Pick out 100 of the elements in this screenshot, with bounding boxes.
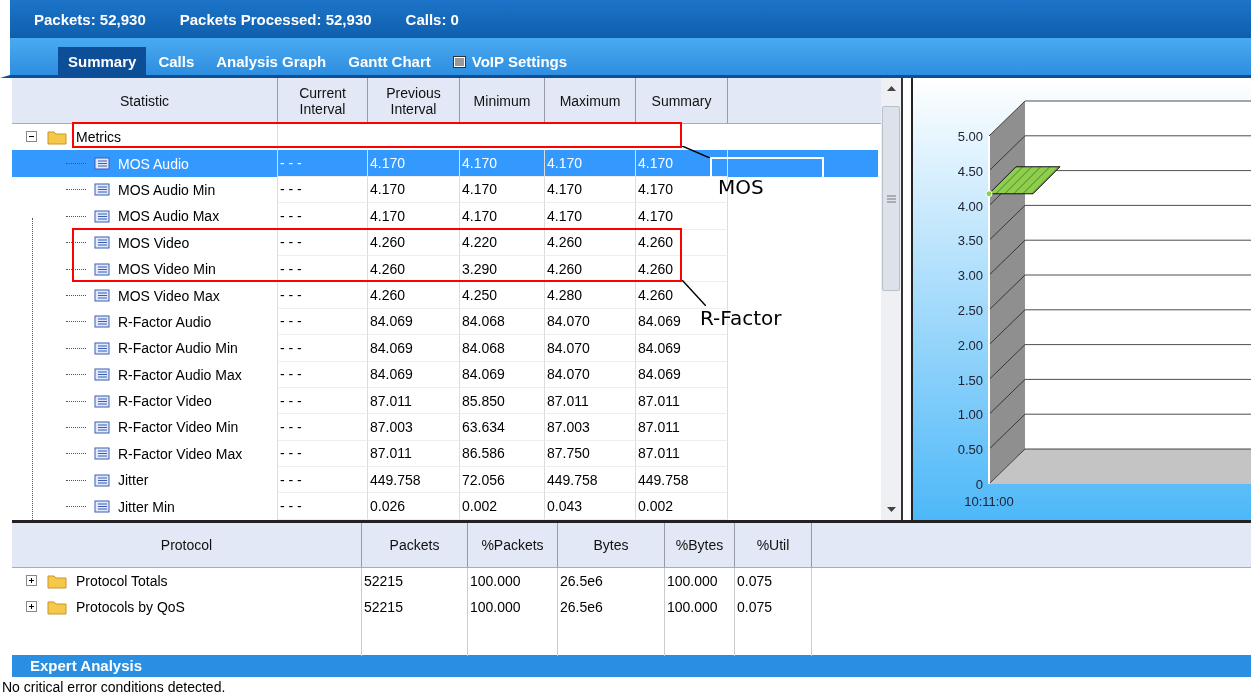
table-cell: 87.003 bbox=[547, 419, 590, 435]
table-cell: - - - bbox=[280, 234, 302, 251]
table-cell: 87.003 bbox=[370, 419, 413, 435]
table-cell: 449.758 bbox=[638, 471, 689, 488]
table-cell: - - - bbox=[280, 471, 302, 488]
table-cell: 87.011 bbox=[638, 419, 680, 435]
tab[interactable]: Summary bbox=[58, 47, 147, 75]
table-cell: 4.170 bbox=[638, 155, 674, 172]
vertical-scrollbar[interactable] bbox=[881, 78, 902, 520]
y-tick-label: 2.50 bbox=[958, 303, 984, 318]
table-cell: 449.758 bbox=[370, 471, 421, 488]
document-icon bbox=[94, 341, 110, 355]
down-arrow-icon[interactable] bbox=[886, 506, 896, 512]
table-cell: 100.000 bbox=[667, 573, 718, 589]
table-cell: 0.002 bbox=[638, 498, 674, 515]
table-cell: 84.070 bbox=[547, 366, 590, 383]
folder-label[interactable]: Protocol Totals bbox=[76, 573, 168, 589]
table-cell: 4.170 bbox=[547, 207, 583, 224]
table-cell: - - - bbox=[280, 313, 302, 330]
statistic-name: R-Factor Video bbox=[118, 393, 212, 410]
table-cell: 4.170 bbox=[638, 207, 674, 224]
column-header[interactable]: Minimum bbox=[460, 78, 545, 123]
statistic-name: R-Factor Audio bbox=[118, 313, 212, 330]
table-cell: 87.011 bbox=[547, 392, 589, 409]
column-header[interactable]: Statistic bbox=[12, 78, 278, 123]
table-cell: 84.069 bbox=[638, 339, 681, 356]
table-cell: 84.069 bbox=[370, 339, 413, 356]
table-cell: 0.026 bbox=[370, 498, 406, 515]
column-header[interactable]: %Bytes bbox=[665, 523, 735, 567]
table-cell: 84.069 bbox=[370, 313, 413, 330]
column-header[interactable]: Bytes bbox=[558, 523, 665, 567]
table-cell: 52215 bbox=[364, 599, 403, 615]
table-cell: 4.260 bbox=[370, 234, 406, 251]
folder-label[interactable]: Metrics bbox=[76, 129, 122, 146]
document-icon bbox=[94, 394, 110, 408]
table-cell: 4.170 bbox=[462, 155, 498, 172]
y-tick-label: 0.50 bbox=[958, 442, 984, 458]
expand-icon[interactable] bbox=[26, 601, 38, 613]
table-cell: 0.075 bbox=[737, 599, 773, 615]
table-cell: 4.250 bbox=[462, 287, 498, 304]
table-cell: 100.000 bbox=[470, 573, 521, 589]
table-cell: 4.260 bbox=[370, 287, 406, 304]
table-cell: 87.011 bbox=[370, 392, 412, 409]
table-cell: 4.170 bbox=[547, 155, 583, 172]
table-cell: 100.000 bbox=[470, 599, 521, 615]
column-header[interactable]: %Util bbox=[735, 523, 812, 567]
table-cell: 4.170 bbox=[370, 155, 406, 172]
table-cell: - - - bbox=[280, 287, 302, 304]
y-tick-label: 2.00 bbox=[958, 337, 984, 353]
table-cell: - - - bbox=[280, 181, 302, 198]
collapse-icon[interactable] bbox=[26, 131, 38, 144]
statistic-name: MOS Audio Min bbox=[118, 181, 216, 198]
table-cell: 87.011 bbox=[638, 445, 680, 462]
table-cell: 4.260 bbox=[547, 260, 583, 277]
column-header[interactable]: Maximum bbox=[545, 78, 636, 123]
table-cell: 3.290 bbox=[462, 260, 498, 277]
statistic-name: R-Factor Audio Max bbox=[118, 366, 242, 383]
table-cell: 4.260 bbox=[638, 260, 674, 277]
column-header[interactable]: Packets bbox=[362, 523, 468, 567]
document-icon bbox=[94, 473, 110, 487]
callout-label: R-Factor bbox=[700, 306, 782, 330]
table-cell: 4.220 bbox=[462, 234, 498, 251]
table-cell: 84.068 bbox=[462, 339, 505, 356]
expand-icon[interactable] bbox=[26, 575, 38, 587]
column-header[interactable]: %Packets bbox=[468, 523, 558, 567]
table-cell: 84.068 bbox=[462, 313, 505, 330]
status-text: Calls: 0 bbox=[405, 10, 459, 28]
table-cell: 4.170 bbox=[462, 181, 498, 198]
table-cell: - - - bbox=[280, 366, 302, 383]
y-tick-label: 3.00 bbox=[958, 268, 984, 284]
grip-icon bbox=[886, 194, 896, 203]
table-cell: 87.011 bbox=[370, 445, 412, 462]
document-icon bbox=[94, 236, 110, 250]
document-icon bbox=[94, 157, 110, 171]
table-cell: 86.586 bbox=[462, 445, 505, 462]
table-cell: 63.634 bbox=[462, 419, 505, 435]
column-header[interactable]: Current Interval bbox=[278, 78, 368, 123]
table-cell: 84.069 bbox=[462, 366, 505, 383]
statistic-name: MOS Video bbox=[118, 234, 190, 251]
column-header[interactable]: Protocol bbox=[12, 523, 362, 567]
table-cell: 26.5e6 bbox=[560, 599, 603, 615]
folder-icon bbox=[46, 129, 68, 146]
scroll-thumb[interactable] bbox=[882, 106, 901, 291]
up-arrow-icon[interactable] bbox=[886, 86, 896, 92]
statistic-name: MOS Video Max bbox=[118, 287, 220, 304]
table-cell: - - - bbox=[280, 445, 302, 462]
section-header: Expert Analysis bbox=[12, 655, 1251, 677]
table-cell: 0.043 bbox=[547, 498, 583, 515]
document-icon bbox=[94, 500, 110, 514]
column-header[interactable]: Summary bbox=[636, 78, 728, 123]
statistic-name: Jitter Min bbox=[118, 498, 175, 515]
table-cell: - - - bbox=[280, 498, 302, 515]
leader-line bbox=[682, 146, 710, 158]
table-cell: 4.170 bbox=[462, 207, 498, 224]
table-cell: 87.750 bbox=[547, 445, 590, 462]
folder-label[interactable]: Protocols by QoS bbox=[76, 599, 185, 615]
document-icon bbox=[94, 421, 110, 434]
column-header[interactable]: Previous Interval bbox=[368, 78, 460, 123]
table-cell: 4.260 bbox=[638, 234, 674, 251]
statistic-name: MOS Video Min bbox=[118, 261, 216, 278]
